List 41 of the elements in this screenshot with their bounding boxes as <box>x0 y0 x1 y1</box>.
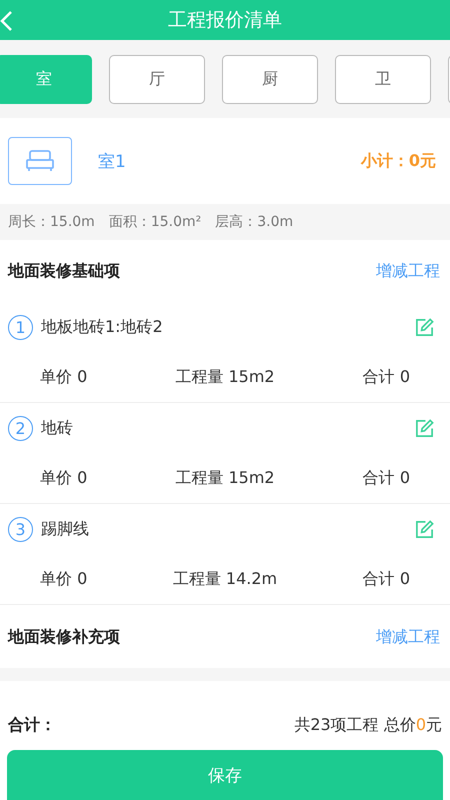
save-button[interactable]: 保存 <box>7 750 443 800</box>
total-label: 合计： <box>8 714 56 736</box>
quantity: 工程量 14.2m <box>172 568 278 590</box>
edit-icon <box>415 520 434 538</box>
edit-icon <box>415 418 434 438</box>
item-name: 地板地砖1:地砖2 <box>41 316 164 338</box>
item-name: 地砖 <box>41 418 74 438</box>
quantity: 工程量 15m2 <box>175 468 275 488</box>
unit-price: 单价 0 <box>39 366 88 388</box>
item-number: 1 <box>8 314 33 340</box>
section-title: 地面装修基础项 <box>8 260 120 282</box>
room-tab[interactable]: 卫 <box>335 54 431 104</box>
room-name: 室1 <box>98 150 127 172</box>
item-number: 3 <box>8 516 33 542</box>
bed-icon <box>26 150 54 172</box>
dimension-text: 层高：3.0m <box>215 213 294 231</box>
subtotal: 小计：0元 <box>360 150 436 172</box>
back-icon[interactable] <box>0 10 14 32</box>
room-icon-button[interactable] <box>8 137 72 185</box>
item-total: 合计 0 <box>362 468 411 488</box>
edit-button[interactable] <box>415 520 434 538</box>
edit-button[interactable] <box>415 418 434 438</box>
item-total: 合计 0 <box>362 366 411 388</box>
dimension-text: 面积：15.0m² <box>108 213 202 231</box>
unit-price: 单价 0 <box>39 568 88 590</box>
adjust-link[interactable]: 增减工程 <box>376 260 440 282</box>
item-total: 合计 0 <box>362 568 411 590</box>
section-title: 地面装修补充项 <box>8 626 120 648</box>
room-tab[interactable]: 厨 <box>222 54 318 104</box>
edit-button[interactable] <box>415 318 434 336</box>
total-summary: 共23项工程 总价0元 <box>294 714 442 736</box>
dimension-text: 周长：15.0m <box>8 213 95 231</box>
adjust-link[interactable]: 增减工程 <box>376 626 440 648</box>
quantity: 工程量 15m2 <box>175 366 275 388</box>
edit-icon <box>415 318 434 336</box>
page-title: 工程报价清单 <box>168 8 282 33</box>
unit-price: 单价 0 <box>39 468 88 488</box>
room-tab[interactable]: 厅 <box>109 54 205 104</box>
room-tab[interactable]: 室 <box>0 54 92 104</box>
item-number: 2 <box>8 416 33 440</box>
item-name: 踢脚线 <box>41 518 90 540</box>
